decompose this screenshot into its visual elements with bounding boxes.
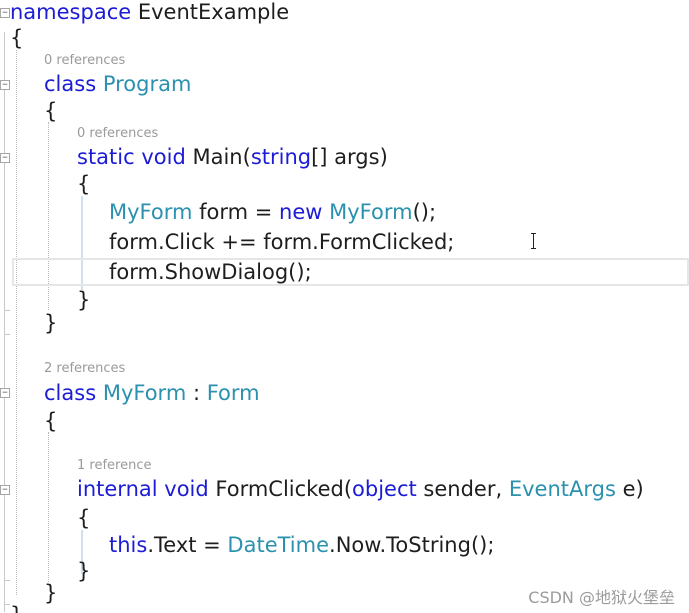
type-token: Program [102,72,192,96]
type-token: MyForm [102,381,187,405]
watermark: CSDN @地狱火堡垒 [528,588,675,607]
code-line[interactable]: { [44,408,57,434]
code-line[interactable]: this.Text = DateTime.Now.ToString(); [109,532,494,558]
text-token: form.ShowDialog(); [109,260,312,284]
keyword-token: static [77,145,135,169]
keyword-token: void [164,477,209,501]
indent-guide [48,432,49,582]
keyword-token: class [44,381,97,405]
keyword-token: this [109,533,148,557]
keyword-token: namespace [10,0,132,24]
text-token: { [77,172,91,196]
code-line[interactable]: } [44,580,57,606]
text-token: form.Click += form.FormClicked; [109,230,455,254]
collapse-icon[interactable]: − [0,153,10,163]
code-line[interactable]: class MyForm : Form [44,380,260,406]
code-line[interactable]: form.Click += form.FormClicked; [109,229,454,255]
outline-end-tick [4,580,10,581]
keyword-token: class [44,72,97,96]
text-cursor-icon [531,233,537,249]
text-token: .Now.ToString(); [329,533,495,557]
type-token: MyForm [329,200,413,224]
code-line[interactable]: { [10,25,23,51]
code-line[interactable]: { [77,505,90,531]
text-token: form = [192,200,280,224]
keyword-token: new [279,200,323,224]
outline-end-tick [4,310,10,311]
type-token: Form [206,381,260,405]
text-token: { [10,26,24,50]
text-token: } [10,603,23,613]
text-token: : [186,381,207,405]
code-line[interactable]: { [44,98,57,124]
collapse-icon[interactable]: − [0,8,10,18]
codelens-references[interactable]: 0 references [44,53,125,69]
indent-guide [16,50,17,595]
text-token: } [44,581,58,605]
code-line[interactable]: form.ShowDialog(); [109,259,312,285]
collapse-icon[interactable]: − [0,485,10,495]
code-line[interactable]: internal void FormClicked(object sender,… [77,476,644,502]
text-token: sender, [416,477,509,501]
text-token: } [44,311,58,335]
type-token: DateTime [227,533,330,557]
text-token: [] args) [311,145,388,169]
keyword-token: string [250,145,312,169]
text-token: FormClicked( [208,477,353,501]
text-token: Main( [185,145,251,169]
keyword-token: object [352,477,417,501]
outline-margin-line [4,32,5,612]
code-line[interactable]: namespace EventExample [10,0,289,25]
code-line[interactable]: } [10,602,23,613]
outline-end-tick [4,334,10,335]
text-token: e) [615,477,644,501]
code-line[interactable]: } [77,558,90,584]
code-editor[interactable]: − − − − − 0 references 0 references 2 re… [0,0,689,613]
text-token: { [44,409,58,433]
code-line[interactable]: static void Main(string[] args) [77,144,388,170]
type-token: MyForm [109,200,193,224]
text-token: } [77,559,91,583]
code-line[interactable]: } [44,310,57,336]
keyword-token: internal [77,477,158,501]
text-token: (); [412,200,437,224]
codelens-references[interactable]: 1 reference [77,458,151,474]
text-token: { [44,99,58,123]
text-token: { [77,506,91,530]
collapse-icon[interactable]: − [0,80,10,90]
text-token: .Text = [147,533,228,557]
text-token: } [77,288,91,312]
code-line[interactable]: { [77,171,90,197]
collapse-icon[interactable]: − [0,388,10,398]
text-token: EventExample [131,0,290,24]
code-line[interactable]: MyForm form = new MyForm(); [109,199,436,225]
codelens-references[interactable]: 2 references [44,361,125,377]
code-line[interactable]: } [77,287,90,313]
type-token: EventArgs [508,477,616,501]
code-line[interactable]: class Program [44,71,191,97]
codelens-references[interactable]: 0 references [77,126,158,142]
keyword-token: void [141,145,186,169]
